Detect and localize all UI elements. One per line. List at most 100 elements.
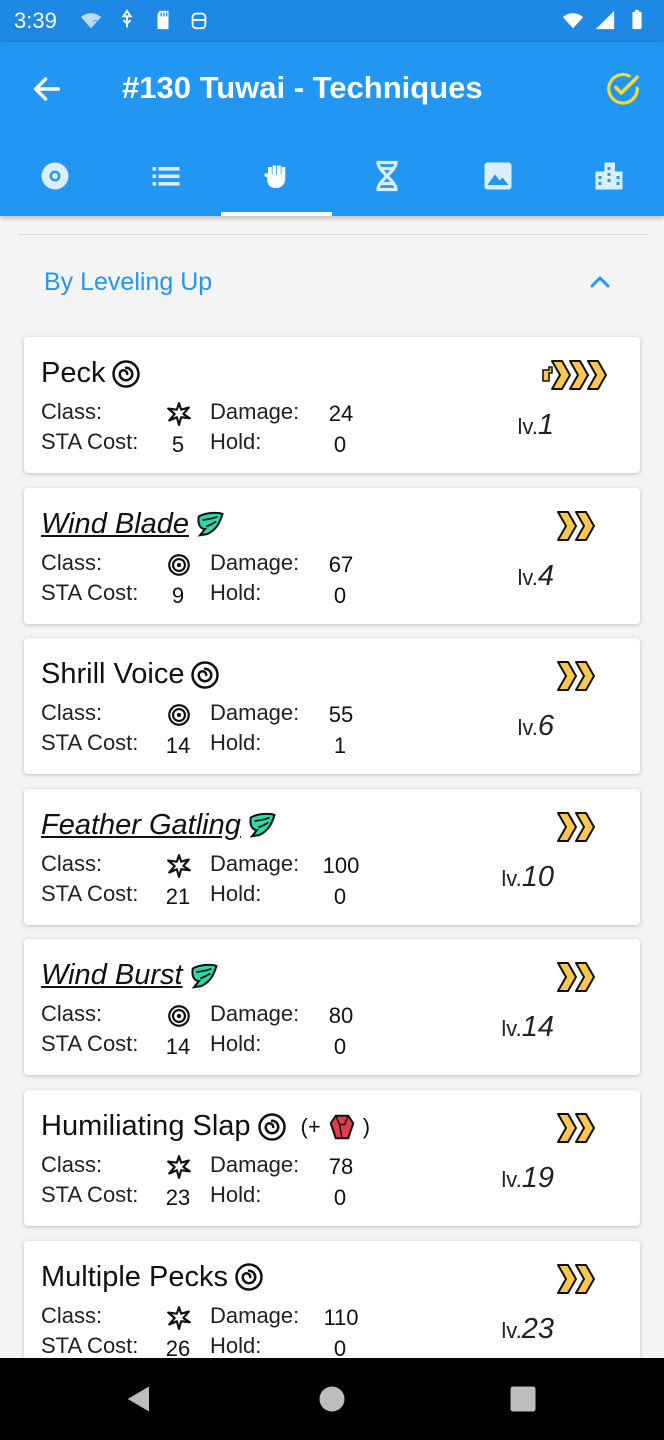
tab-gallery[interactable] xyxy=(443,150,554,216)
type-wind-icon xyxy=(235,1263,263,1291)
hold-label: Hold: xyxy=(210,579,262,605)
usb-debug-icon xyxy=(121,9,133,28)
technique-name-text: Humiliating Slap xyxy=(41,1110,251,1142)
crystal-icon xyxy=(329,1114,355,1139)
hold-value: 0 xyxy=(333,883,347,909)
sta-cost-label: STA Cost: xyxy=(41,880,139,906)
sta-cost-value: 5 xyxy=(171,432,185,457)
hold-label: Hold: xyxy=(210,429,262,454)
type-wind-green-icon xyxy=(249,813,276,838)
extra-type: (+) xyxy=(301,1112,371,1142)
technique-name-text: Wind Blade xyxy=(41,507,190,540)
damage-value: 67 xyxy=(328,551,354,577)
recents-square-icon[interactable] xyxy=(508,1384,538,1414)
class-label: Class: xyxy=(41,1302,103,1328)
cell-signal-icon xyxy=(595,10,615,30)
damage-value: 110 xyxy=(323,1304,359,1330)
technique-name: Peck xyxy=(41,357,141,390)
technique-card[interactable]: Humiliating Slap (+) Class: Damage: 78 STA Co… xyxy=(24,1090,640,1226)
class-label: Class: xyxy=(41,700,103,726)
class-physical-icon xyxy=(167,853,191,878)
hold-value: 0 xyxy=(333,432,347,457)
level-prefix: lv. xyxy=(501,1317,522,1343)
level-indicator: lv.23 xyxy=(464,1313,554,1346)
priority-normal-icon xyxy=(557,811,595,842)
sd-card-icon xyxy=(157,10,169,30)
wifi-question-icon: ? xyxy=(80,13,102,28)
hold-value: 1 xyxy=(333,733,347,759)
fist-icon xyxy=(263,165,285,188)
priority-fast-icon xyxy=(542,360,607,390)
level-value: 4 xyxy=(537,559,554,592)
back-triangle-icon[interactable] xyxy=(124,1384,154,1414)
class-special-icon xyxy=(168,704,190,727)
type-wind-green-icon xyxy=(197,512,224,537)
pokeball-icon xyxy=(41,162,69,190)
class-label: Class: xyxy=(41,399,103,424)
technique-card[interactable]: Peck Class: Damage: 24 STA Cost: 5 Hold: 0 lv.1 xyxy=(24,337,640,473)
technique-name-text: Peck xyxy=(41,357,106,389)
level-value: 19 xyxy=(521,1162,554,1194)
level-indicator: lv.6 xyxy=(464,710,554,743)
status-bar: 3:39 ? xyxy=(0,0,664,42)
damage-value: 80 xyxy=(328,1003,354,1029)
technique-name: Humiliating Slap (+) xyxy=(41,1110,370,1143)
priority-normal-icon xyxy=(557,510,595,541)
class-physical-icon xyxy=(167,1155,191,1179)
image-icon xyxy=(484,162,512,190)
hold-value: 0 xyxy=(333,1185,347,1210)
tab-stats[interactable] xyxy=(111,150,222,216)
damage-label: Damage: xyxy=(210,1302,300,1328)
extra-close: ) xyxy=(362,1113,371,1139)
level-indicator: lv.1 xyxy=(464,409,554,442)
tab-techniques[interactable] xyxy=(221,150,332,216)
damage-label: Damage: xyxy=(210,549,300,575)
level-prefix: lv. xyxy=(517,414,538,439)
priority-normal-icon xyxy=(557,661,595,692)
hold-label: Hold: xyxy=(210,730,262,756)
hold-label: Hold: xyxy=(210,880,262,906)
sta-cost-value: 14 xyxy=(165,733,191,759)
level-prefix: lv. xyxy=(501,1167,522,1192)
hold-value: 0 xyxy=(333,582,347,608)
sta-cost-label: STA Cost: xyxy=(41,730,139,756)
arrow-back-icon[interactable] xyxy=(30,72,64,106)
tab-evolution[interactable] xyxy=(332,150,443,216)
sta-cost-value: 14 xyxy=(165,1034,191,1060)
home-circle-icon[interactable] xyxy=(317,1384,347,1414)
technique-name-text: Multiple Pecks xyxy=(41,1260,228,1293)
sta-cost-label: STA Cost: xyxy=(41,579,139,605)
priority-normal-icon xyxy=(557,962,595,993)
technique-card[interactable]: Multiple Pecks Class: Damage: 110 STA Cost: 2… xyxy=(24,1240,640,1358)
chevron-up-icon[interactable] xyxy=(588,272,612,290)
sta-cost-label: STA Cost: xyxy=(41,1031,139,1057)
class-physical-icon xyxy=(167,402,191,426)
technique-name: Feather Gatling xyxy=(41,809,277,842)
level-prefix: lv. xyxy=(501,1016,522,1042)
sta-cost-label: STA Cost: xyxy=(41,429,139,454)
section-header-leveling[interactable]: By Leveling Up xyxy=(0,252,664,314)
damage-value: 55 xyxy=(328,702,354,728)
tab-habitat[interactable] xyxy=(553,150,664,216)
technique-name: Multiple Pecks xyxy=(41,1261,264,1294)
sta-cost-value: 9 xyxy=(171,582,185,608)
technique-name: Shrill Voice xyxy=(41,658,220,691)
technique-card[interactable]: Wind Blade Class: Damage: 67 STA Cost: 9 Hold:… xyxy=(24,487,640,624)
level-indicator: lv.4 xyxy=(464,560,554,593)
technique-card[interactable]: Wind Burst Class: Damage: 80 STA Cost: 14 Hold… xyxy=(24,939,640,1076)
damage-label: Damage: xyxy=(210,399,300,424)
hold-value: 0 xyxy=(333,1335,347,1358)
type-wind-icon xyxy=(191,660,220,689)
technique-card[interactable]: Feather Gatling Class: Damage: 100 STA Cost:… xyxy=(24,788,640,925)
class-label: Class: xyxy=(41,850,103,876)
level-indicator: lv.14 xyxy=(464,1011,554,1044)
battery-icon xyxy=(632,9,642,30)
tab-info[interactable] xyxy=(0,150,111,216)
damage-value: 24 xyxy=(328,401,354,426)
technique-card[interactable]: Shrill Voice Class: Damage: 55 STA Cost: 14 Ho… xyxy=(24,638,640,775)
class-label: Class: xyxy=(41,549,103,575)
check-circle-icon[interactable] xyxy=(604,70,642,108)
hold-value: 0 xyxy=(333,1034,347,1060)
android-icon xyxy=(191,12,207,30)
hold-label: Hold: xyxy=(210,1031,262,1057)
